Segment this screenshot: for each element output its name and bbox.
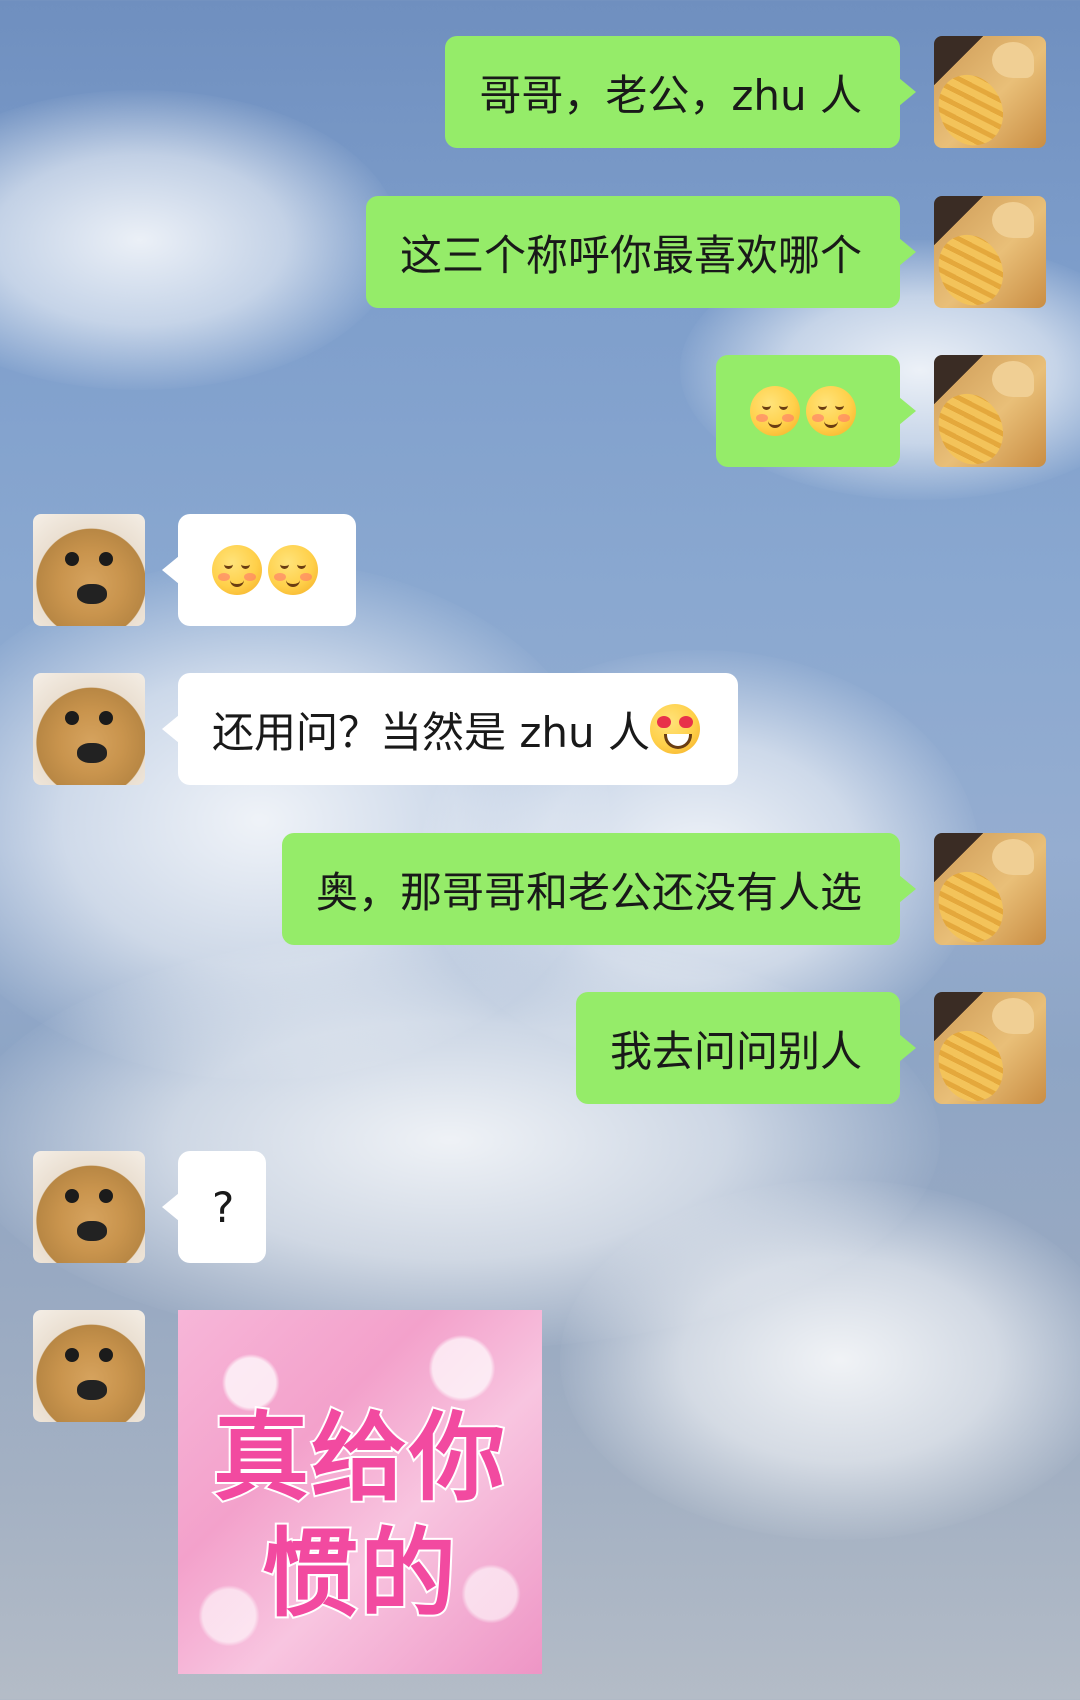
dog-eye [99, 1189, 113, 1203]
message-bubble[interactable]: 这三个称呼你最喜欢哪个 [365, 196, 917, 308]
dog-eye [65, 552, 79, 566]
message-text: 还用问？当然是 zhu 人 [212, 707, 650, 757]
message-bubble[interactable]: 还用问？当然是 zhu 人 [162, 673, 738, 785]
cat-ear-shape [992, 998, 1034, 1034]
treat-shape [934, 863, 1012, 945]
treat-shape [934, 385, 1012, 467]
message-text: 奥，那哥哥和老公还没有人选 [315, 867, 862, 917]
chat-history: 哥哥，老公，zhu 人 这三个称呼你最喜欢哪个 还用问？当然是 zhu 人 奥，… [0, 0, 1080, 1700]
dog-eye [65, 1189, 79, 1203]
dog-avatar[interactable] [33, 514, 145, 626]
message-bubble[interactable]: 我去问问别人 [575, 992, 917, 1104]
cat-avatar[interactable] [934, 355, 1046, 467]
message-bubble[interactable] [162, 514, 356, 626]
treat-shape [934, 66, 1012, 148]
treat-shape [934, 1022, 1012, 1104]
pleading-smile-emoji [268, 545, 318, 595]
heart-eyes-emoji [650, 704, 700, 754]
message-bubble[interactable]: ? [161, 1151, 267, 1263]
blushing-smile-emoji [806, 386, 856, 436]
dog-avatar[interactable] [33, 1151, 145, 1263]
cat-avatar[interactable] [934, 833, 1046, 945]
dog-eye [99, 552, 113, 566]
dog-nose [77, 743, 107, 763]
dog-eye [99, 1348, 113, 1362]
dog-avatar[interactable] [33, 1310, 145, 1422]
cat-avatar[interactable] [934, 36, 1046, 148]
cat-ear-shape [992, 202, 1034, 238]
dog-nose [77, 1221, 107, 1241]
message-bubble[interactable]: 奥，那哥哥和老公还没有人选 [281, 833, 917, 945]
message-bubble[interactable]: 哥哥，老公，zhu 人 [445, 36, 916, 148]
cat-ear-shape [992, 839, 1034, 875]
message-text: 我去问问别人 [609, 1026, 862, 1076]
dog-nose [77, 584, 107, 604]
dog-nose [77, 1380, 107, 1400]
cat-avatar[interactable] [934, 992, 1046, 1104]
sticker-image[interactable]: 真给你 惯的 [178, 1310, 542, 1674]
treat-shape [934, 226, 1012, 308]
message-text: 哥哥，老公，zhu 人 [479, 70, 862, 120]
cat-ear-shape [992, 42, 1034, 78]
cat-ear-shape [992, 361, 1034, 397]
dog-avatar[interactable] [33, 673, 145, 785]
message-text: ? [212, 1182, 235, 1232]
blushing-smile-emoji [750, 386, 800, 436]
cat-avatar[interactable] [934, 196, 1046, 308]
dog-eye [65, 711, 79, 725]
message-text: 这三个称呼你最喜欢哪个 [399, 230, 862, 280]
sticker-text-line2: 惯的 [260, 1516, 458, 1632]
dog-eye [65, 1348, 79, 1362]
dog-eye [99, 711, 113, 725]
message-bubble[interactable] [716, 355, 916, 467]
pleading-smile-emoji [212, 545, 262, 595]
